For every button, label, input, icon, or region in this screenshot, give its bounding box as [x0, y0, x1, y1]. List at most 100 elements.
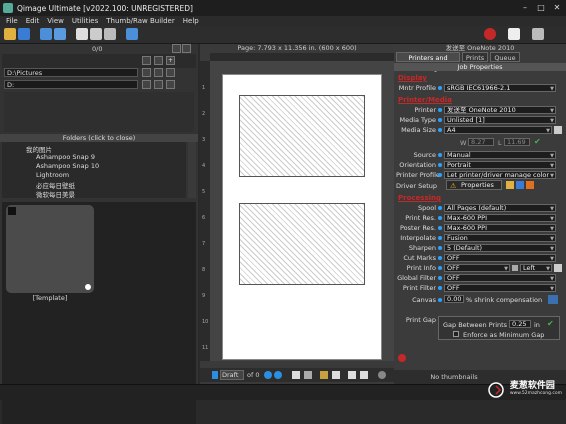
menu-edit[interactable]: Edit: [26, 17, 40, 25]
scan-icon[interactable]: [40, 28, 52, 40]
menu-view[interactable]: View: [47, 17, 64, 25]
folder-tree[interactable]: 我的图片 Ashampoo Snap 9 Ashampoo Snap 10 Li…: [2, 142, 186, 199]
paste-icon[interactable]: [304, 371, 312, 379]
compare-icon[interactable]: [90, 28, 102, 40]
properties-button[interactable]: ⚠ Properties: [446, 180, 502, 190]
info-dot[interactable]: [438, 256, 442, 260]
printer-select[interactable]: 发送至 OneNote 2010 ▼: [444, 106, 556, 114]
info-dot[interactable]: [438, 226, 442, 230]
grid-icon[interactable]: [332, 371, 340, 379]
add-icon[interactable]: +: [166, 56, 175, 65]
poster-res-select[interactable]: Max-600 PPI ▼: [444, 224, 556, 232]
tools-icon[interactable]: [166, 80, 175, 89]
interpolate-select[interactable]: Fusion ▼: [444, 234, 556, 242]
zoom-icon[interactable]: [360, 371, 368, 379]
save-icon[interactable]: [18, 28, 30, 40]
copy-icon[interactable]: [292, 371, 300, 379]
media-type-select[interactable]: Unlisted [1] ▼: [444, 116, 556, 124]
menu-file[interactable]: File: [6, 17, 18, 25]
layout-icon[interactable]: [126, 28, 138, 40]
media-edit-icon[interactable]: [554, 126, 562, 134]
info-dot[interactable]: [438, 216, 442, 220]
driver-open-icon[interactable]: [506, 181, 514, 189]
refresh-icon[interactable]: [54, 28, 66, 40]
folders-header[interactable]: Folders (click to close): [0, 134, 198, 142]
length-field[interactable]: 11.69: [504, 138, 530, 146]
spool-select[interactable]: All Pages (default) ▼: [444, 204, 556, 212]
draft-select[interactable]: Draft: [220, 370, 244, 380]
maximize-button[interactable]: □: [534, 2, 548, 13]
print-info-position-select[interactable]: Left ▼: [520, 264, 552, 272]
cut-marks-select[interactable]: OFF ▼: [444, 254, 556, 262]
print-filter-select[interactable]: OFF ▼: [444, 284, 556, 292]
info-dot[interactable]: [438, 153, 442, 157]
collapse-icon[interactable]: [378, 371, 386, 379]
driver-reset-icon[interactable]: [526, 181, 534, 189]
info-dot[interactable]: [438, 236, 442, 240]
info-dot[interactable]: [438, 206, 442, 210]
tab-printers-settings[interactable]: Printers and Settings: [396, 52, 460, 72]
prev-page-icon[interactable]: [212, 371, 218, 379]
minimize-button[interactable]: –: [518, 2, 532, 13]
info-dot[interactable]: [438, 276, 442, 280]
tab-prints[interactable]: Prints: [462, 52, 488, 62]
close-button[interactable]: ✕: [550, 2, 564, 13]
tree-item[interactable]: Ashampoo Snap 10: [36, 162, 99, 170]
info-dot[interactable]: [438, 118, 442, 122]
sort-icon[interactable]: [154, 56, 163, 65]
print-info-settings-icon[interactable]: [554, 264, 562, 272]
print-info-edit-icon[interactable]: [512, 265, 518, 271]
info-dot[interactable]: [438, 128, 442, 132]
print-page[interactable]: [222, 74, 382, 360]
info-dot[interactable]: [438, 286, 442, 290]
menu-thumb-raw-builder[interactable]: Thumb/Raw Builder: [106, 17, 174, 25]
tree-scrollbar[interactable]: [188, 142, 196, 198]
tag-icon[interactable]: [154, 68, 163, 77]
driver-save-icon[interactable]: [516, 181, 524, 189]
check-icon[interactable]: ✔: [534, 137, 541, 146]
printer-profile-select[interactable]: Let printer/driver manage color ▼: [444, 171, 556, 179]
info-dot[interactable]: [438, 163, 442, 167]
grid-view-icon[interactable]: [172, 44, 181, 53]
gap-check-icon[interactable]: ✔: [547, 319, 554, 328]
print-info-select[interactable]: OFF ▼: [444, 264, 510, 272]
enforce-checkbox[interactable]: [453, 331, 459, 337]
sharpen-select[interactable]: 5 (Default) ▼: [444, 244, 556, 252]
media-size-select[interactable]: A4 ▼: [444, 126, 552, 134]
info-dot[interactable]: [438, 173, 442, 177]
print-slot[interactable]: [239, 95, 365, 177]
info-dot[interactable]: [438, 108, 442, 112]
global-filter-select[interactable]: OFF ▼: [444, 274, 556, 282]
gap-value-field[interactable]: 0.25: [509, 320, 531, 328]
thumb-selector-icon[interactable]: [85, 284, 91, 290]
info-dot[interactable]: [438, 246, 442, 250]
tree-item[interactable]: 微软每日美景: [36, 189, 75, 199]
edit-icon[interactable]: [166, 68, 175, 77]
width-field[interactable]: 8.27: [468, 138, 494, 146]
template-thumbnail[interactable]: [6, 205, 94, 293]
tree-item[interactable]: Lightroom: [36, 171, 69, 179]
page-icon[interactable]: [348, 371, 356, 379]
info-dot[interactable]: [438, 86, 442, 90]
image-icon[interactable]: [76, 28, 88, 40]
layout-icon[interactable]: [320, 371, 328, 379]
settings-icon[interactable]: [532, 28, 544, 40]
star-icon[interactable]: [154, 80, 163, 89]
drive-combo[interactable]: D:: [4, 80, 138, 89]
vivid-pics-icon[interactable]: [398, 354, 406, 362]
page-up-icon[interactable]: [264, 371, 272, 379]
canvas-apply-icon[interactable]: [548, 295, 558, 304]
menu-utilities[interactable]: Utilities: [72, 17, 98, 25]
canvas-field[interactable]: 0.00: [444, 295, 464, 303]
orientation-select[interactable]: Portrait ▼: [444, 161, 556, 169]
nav-icon[interactable]: [142, 56, 151, 65]
open-folder-icon[interactable]: [4, 28, 16, 40]
tree-item[interactable]: Ashampoo Snap 9: [36, 153, 95, 161]
path-combo[interactable]: D:\Pictures: [4, 68, 138, 77]
tab-queue[interactable]: Queue: [490, 52, 520, 62]
info-dot[interactable]: [438, 266, 442, 270]
print-icon[interactable]: [484, 28, 496, 40]
filter-icon[interactable]: [142, 68, 151, 77]
rotate-icon[interactable]: [142, 80, 151, 89]
menu-help[interactable]: Help: [183, 17, 199, 25]
